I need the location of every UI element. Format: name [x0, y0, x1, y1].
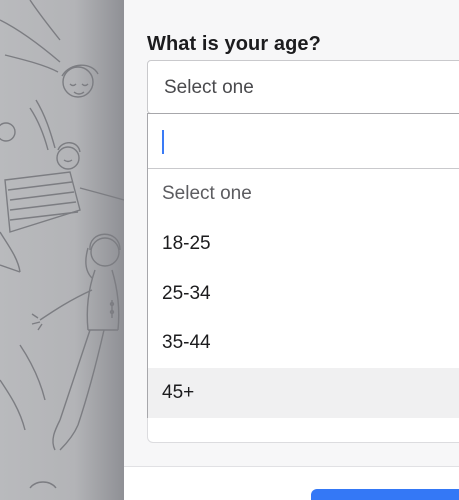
dropdown-option-18-25[interactable]: 18-25	[148, 219, 459, 269]
card-bottom	[147, 417, 459, 443]
select-value: Select one	[164, 77, 254, 98]
age-dropdown-list: Select one 18-25 25-34 35-44 45+	[147, 113, 459, 418]
dropdown-option-select-one[interactable]: Select one	[148, 169, 459, 219]
dropdown-search-input[interactable]	[148, 114, 459, 169]
question-panel: What is your age? Select one Select one …	[124, 0, 459, 500]
text-caret	[162, 130, 164, 154]
background-illustration	[0, 0, 124, 500]
question-label: What is your age?	[147, 33, 321, 55]
dropdown-option-35-44[interactable]: 35-44	[148, 318, 459, 368]
age-select[interactable]: Select one	[147, 60, 459, 114]
primary-button[interactable]	[311, 489, 459, 500]
dropdown-option-25-34[interactable]: 25-34	[148, 269, 459, 319]
people-illustration-icon	[0, 0, 124, 489]
dropdown-option-45-plus[interactable]: 45+	[148, 368, 459, 418]
